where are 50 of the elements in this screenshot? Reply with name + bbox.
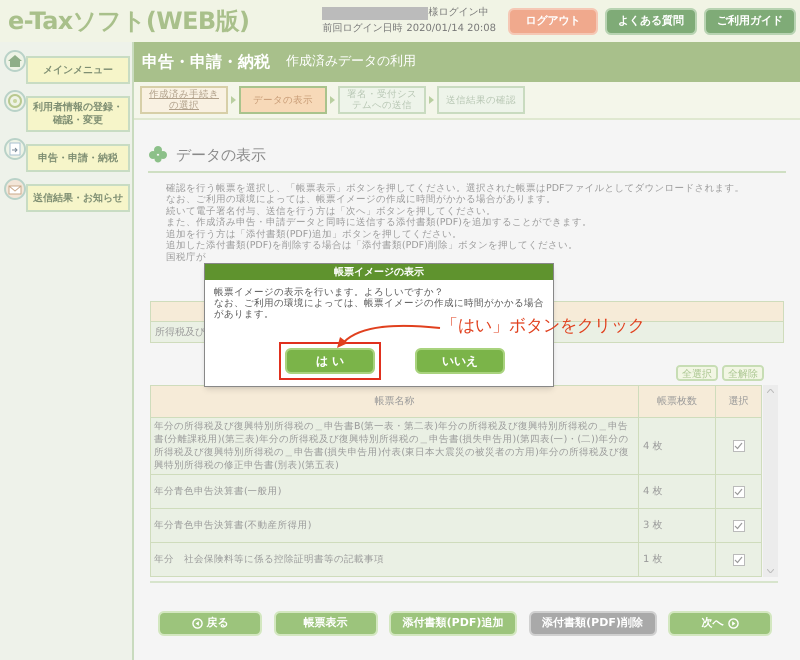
nav-button[interactable]: ご利用ガイド bbox=[704, 8, 796, 34]
checkbox[interactable] bbox=[732, 520, 744, 532]
page-title: 申告・申請・納税 bbox=[142, 51, 270, 73]
last-login-label: 前回ログイン日時 bbox=[322, 22, 402, 36]
select-button[interactable]: 全解除 bbox=[722, 365, 764, 381]
user-status: 様ログイン中 bbox=[428, 6, 488, 20]
house-icon bbox=[4, 50, 26, 72]
instruction-text: 続いて電子署名付与、送信を行う方は「次へ」ボタンを押してください。 bbox=[166, 206, 497, 217]
sidebar-item[interactable]: 送信結果・お知らせ bbox=[26, 184, 130, 212]
document-icon bbox=[4, 138, 26, 160]
logout-button[interactable]: ログアウト bbox=[508, 8, 598, 34]
step-indicator[interactable]: 作成済み手続きの選択 bbox=[140, 86, 228, 114]
annotation-text: 「はい」ボタンをクリック bbox=[441, 315, 645, 338]
last-login-time: 2020/01/14 20:08 bbox=[406, 22, 496, 36]
logo: e-Taxソフト(WEB版) bbox=[8, 6, 250, 37]
sidebar-item[interactable]: 申告・申請・納税 bbox=[26, 144, 130, 172]
dialog-message: 帳票イメージの表示を行います。よろしいですか？ bbox=[214, 287, 445, 298]
compass-icon bbox=[4, 90, 26, 112]
step-indicator: データの表示 bbox=[239, 86, 327, 114]
instruction-text: 国税庁が bbox=[166, 252, 207, 263]
instruction-text: 追加した添付書類(PDF)を削除する場合は「添付書類(PDF)削除」ボタンを押してください。 bbox=[166, 240, 579, 252]
instruction-text: なお、ご利用の環境によっては、帳票イメージの作成に時間がかかる場合があります。 bbox=[166, 194, 557, 206]
table-cell: 1 枚 bbox=[639, 543, 716, 576]
action-button[interactable]: 添付書類(PDF)追加 bbox=[389, 611, 517, 636]
dialog-button[interactable]: いいえ bbox=[415, 348, 505, 374]
envelope-icon bbox=[4, 178, 26, 200]
scrollbar[interactable] bbox=[763, 385, 778, 577]
clover-icon bbox=[148, 145, 168, 166]
checkbox[interactable] bbox=[732, 440, 744, 452]
select-button[interactable]: 全選択 bbox=[676, 365, 718, 381]
sidebar-item[interactable]: メインメニュー bbox=[26, 56, 130, 84]
action-button[interactable]: 次へ bbox=[668, 611, 772, 636]
nav-button[interactable]: よくある質問 bbox=[605, 8, 697, 34]
dialog-button[interactable]: は い bbox=[285, 348, 375, 374]
scroll-down-icon[interactable] bbox=[767, 569, 774, 573]
sidebar-item[interactable]: 利用者情報の登録・確認・変更 bbox=[26, 96, 130, 132]
column-header: 選択 bbox=[728, 395, 750, 409]
table-cell: 年分 社会保険料等に係る控除証明書等の記載事項 bbox=[151, 543, 639, 576]
instruction-text: また、作成済み申告・申請データと同時に送信する添付書類(PDF)を追加することができます。 bbox=[166, 217, 593, 228]
instruction-text: 確認を行う帳票を選択し、「帳票表示」ボタンを押してください。選択された帳票はPDFファイルとしてダウンロードされます。 bbox=[166, 182, 746, 194]
column-header: 帳票枚数 bbox=[639, 386, 716, 417]
action-button[interactable]: 帳票表示 bbox=[274, 611, 378, 636]
checkbox[interactable] bbox=[732, 554, 744, 566]
instruction-text: 追加を行う方は「添付書類(PDF)追加」ボタンを押してください。 bbox=[166, 228, 463, 240]
checkbox[interactable] bbox=[732, 486, 744, 498]
section-title: データの表示 bbox=[176, 145, 266, 166]
dialog-title: 帳票イメージの表示 bbox=[334, 266, 424, 280]
page-subtitle: 作成済みデータの利用 bbox=[286, 53, 416, 72]
action-button[interactable]: 戻る bbox=[158, 611, 262, 636]
scroll-up-icon[interactable] bbox=[767, 389, 774, 393]
